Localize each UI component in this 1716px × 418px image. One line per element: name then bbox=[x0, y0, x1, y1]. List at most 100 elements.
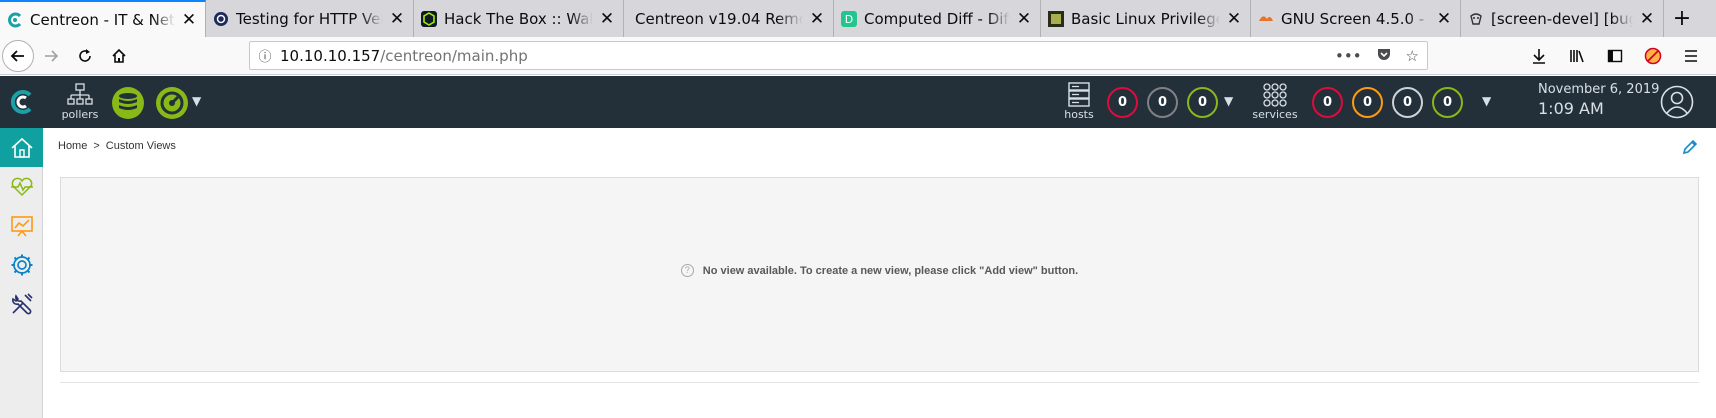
close-tab-icon[interactable]: ✕ bbox=[389, 9, 405, 29]
divider bbox=[60, 382, 1699, 383]
close-tab-icon[interactable]: ✕ bbox=[599, 9, 615, 29]
page-actions-icon[interactable]: ••• bbox=[1335, 47, 1362, 65]
breadcrumb-home-link[interactable]: Home bbox=[58, 140, 87, 152]
library-button[interactable] bbox=[1562, 41, 1592, 71]
latency-status-icon[interactable] bbox=[156, 87, 188, 119]
services-critical-count[interactable]: 0 bbox=[1312, 87, 1343, 118]
reload-icon bbox=[79, 48, 91, 62]
server-clock: November 6, 2019 1:09 AM bbox=[1538, 82, 1659, 118]
arrow-right-icon bbox=[45, 49, 59, 62]
empty-views-text: No view available. To create a new view,… bbox=[702, 265, 1079, 277]
hosts-button[interactable]: hosts bbox=[1063, 82, 1095, 124]
database-status-icon[interactable] bbox=[112, 87, 144, 119]
pollers-label: pollers bbox=[61, 108, 99, 121]
user-profile-icon[interactable] bbox=[1660, 85, 1694, 119]
empty-views-message: ? No view available. To create a new view… bbox=[61, 264, 1698, 277]
services-button[interactable]: services bbox=[1252, 82, 1298, 124]
close-tab-icon[interactable]: ✕ bbox=[1436, 9, 1452, 29]
tab-title: Hack The Box :: Wall bbox=[444, 9, 593, 28]
pollers-button[interactable]: pollers bbox=[60, 82, 100, 124]
tab-title: Testing for HTTP Verb bbox=[236, 9, 383, 28]
services-ok-count[interactable]: 0 bbox=[1432, 87, 1463, 118]
sidebar-item-administration[interactable] bbox=[0, 284, 43, 323]
services-label: services bbox=[1252, 108, 1298, 121]
hosts-unreachable-count[interactable]: 0 bbox=[1147, 87, 1178, 118]
browser-tab-linux-privesc[interactable]: Basic Linux Privilege Es ✕ bbox=[1041, 0, 1251, 37]
browser-tab-strip: Centreon - IT & Networ ✕ Testing for HTT… bbox=[0, 0, 1716, 37]
tab-title: Centreon - IT & Networ bbox=[30, 10, 175, 29]
home-icon bbox=[112, 48, 126, 63]
arrow-left-icon bbox=[10, 49, 24, 62]
close-tab-icon[interactable]: ✕ bbox=[809, 9, 825, 29]
gear-configuration-icon bbox=[11, 254, 32, 275]
reload-button[interactable] bbox=[68, 39, 102, 73]
library-icon bbox=[1570, 50, 1584, 63]
new-tab-button[interactable]: + bbox=[1664, 0, 1700, 37]
sidebar-toggle-button[interactable] bbox=[1600, 41, 1630, 71]
services-warning-count[interactable]: 0 bbox=[1352, 87, 1383, 118]
browser-tab-gnu-screen[interactable]: GNU Screen 4.5.0 - Loc ✕ bbox=[1251, 0, 1461, 37]
url-bar[interactable]: ⓘ 10.10.10.157/centreon/main.php ••• ☆ bbox=[249, 41, 1428, 70]
menu-button[interactable] bbox=[1676, 41, 1706, 71]
svg-text:D: D bbox=[845, 13, 853, 26]
hosts-label: hosts bbox=[1064, 108, 1094, 121]
downloads-button[interactable] bbox=[1524, 41, 1554, 71]
back-button[interactable] bbox=[2, 39, 34, 72]
browser-tab-diff[interactable]: D Computed Diff - Diff Ch ✕ bbox=[834, 0, 1041, 37]
home-icon bbox=[10, 137, 33, 158]
chevron-down-icon[interactable]: ▼ bbox=[1224, 94, 1233, 108]
pocket-icon[interactable] bbox=[1376, 46, 1392, 66]
edit-pencil-icon[interactable] bbox=[1681, 138, 1699, 156]
close-tab-icon[interactable]: ✕ bbox=[1226, 9, 1242, 29]
close-tab-icon[interactable]: ✕ bbox=[1016, 9, 1032, 29]
heartbeat-monitoring-icon bbox=[10, 177, 33, 196]
close-tab-icon[interactable]: ✕ bbox=[181, 10, 197, 30]
chevron-down-icon[interactable]: ▼ bbox=[1482, 94, 1491, 108]
tools-administration-icon bbox=[11, 292, 33, 314]
sidebar-item-monitoring[interactable] bbox=[0, 167, 43, 206]
htb-favicon-icon bbox=[421, 10, 437, 27]
exploitdb-favicon-icon bbox=[1258, 11, 1274, 27]
reporting-chart-icon bbox=[10, 215, 33, 236]
gnu-favicon-icon bbox=[1468, 11, 1484, 27]
breadcrumb-separator: > bbox=[93, 140, 100, 152]
tab-title: Computed Diff - Diff Ch bbox=[864, 9, 1010, 28]
blog-favicon-icon bbox=[1048, 10, 1064, 27]
home-button[interactable] bbox=[102, 39, 136, 73]
blocked-addon-icon bbox=[1644, 47, 1662, 65]
browser-tab-centreon-rce[interactable]: Centreon v19.04 Remote C ✕ bbox=[624, 0, 834, 37]
forward-button[interactable] bbox=[34, 39, 68, 73]
browser-tab-centreon[interactable]: Centreon - IT & Networ ✕ bbox=[0, 0, 206, 37]
chevron-down-icon[interactable]: ▼ bbox=[192, 94, 201, 108]
bookmark-star-icon[interactable]: ☆ bbox=[1406, 47, 1419, 65]
custom-views-panel: ? No view available. To create a new view… bbox=[60, 177, 1699, 372]
hosts-critical-count[interactable]: 0 bbox=[1107, 87, 1138, 118]
services-unknown-count[interactable]: 0 bbox=[1392, 87, 1423, 118]
owasp-favicon-icon bbox=[213, 11, 229, 27]
pollers-icon bbox=[67, 83, 93, 105]
url-host: 10.10.10.157 bbox=[280, 46, 381, 65]
current-date: November 6, 2019 bbox=[1538, 82, 1660, 97]
browser-tab-screen-devel[interactable]: [screen-devel] [bug #5 ✕ bbox=[1461, 0, 1664, 37]
close-tab-icon[interactable]: ✕ bbox=[1639, 9, 1655, 29]
diffchecker-favicon-icon: D bbox=[841, 10, 857, 27]
tab-title: [screen-devel] [bug #5 bbox=[1491, 9, 1633, 28]
tab-title: GNU Screen 4.5.0 - Loc bbox=[1281, 9, 1430, 28]
centreon-logo[interactable] bbox=[0, 76, 43, 128]
browser-tab-htb[interactable]: Hack The Box :: Wall ✕ bbox=[414, 0, 624, 37]
breadcrumb: Home > Custom Views bbox=[58, 140, 176, 152]
page-info-icon[interactable]: ⓘ bbox=[250, 46, 280, 65]
sidebar-item-configuration[interactable] bbox=[0, 245, 43, 284]
hosts-ok-count[interactable]: 0 bbox=[1187, 87, 1218, 118]
current-time: 1:09 AM bbox=[1538, 99, 1604, 118]
addon-button[interactable] bbox=[1638, 41, 1668, 71]
sidebar-item-home[interactable] bbox=[0, 128, 43, 167]
sidebar-item-reporting[interactable] bbox=[0, 206, 43, 245]
sidebar-icon bbox=[1607, 49, 1623, 63]
breadcrumb-current[interactable]: Custom Views bbox=[106, 140, 176, 152]
url-path: /centreon/main.php bbox=[380, 46, 528, 65]
download-icon bbox=[1533, 49, 1545, 64]
browser-tab-http-verb[interactable]: Testing for HTTP Verb ✕ bbox=[206, 0, 414, 37]
hamburger-menu-icon bbox=[1685, 50, 1697, 62]
centreon-logo-icon bbox=[10, 90, 31, 114]
